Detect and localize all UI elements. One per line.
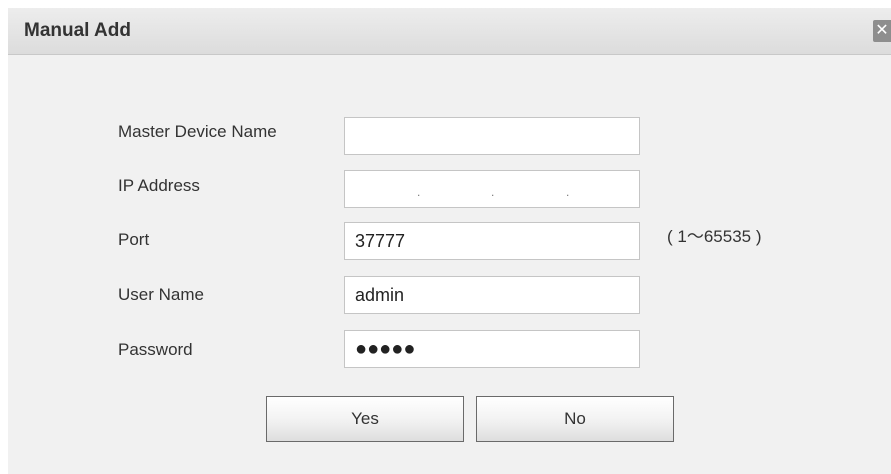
password-mask: ●●●●● (355, 338, 416, 360)
yes-button[interactable]: Yes (266, 396, 464, 442)
master-device-name-label: Master Device Name (118, 122, 277, 141)
port-input[interactable] (344, 222, 640, 260)
ip-address-label: IP Address (118, 176, 200, 195)
ip-separator-2: . (491, 185, 495, 199)
user-name-label: User Name (118, 285, 204, 304)
no-button[interactable]: No (476, 396, 674, 442)
password-label: Password (118, 340, 193, 359)
dialog-title: Manual Add (24, 20, 131, 41)
port-range-hint: ( 1～65535 ) (667, 227, 762, 246)
port-label: Port (118, 230, 150, 249)
manual-add-dialog: Manual Add ✕ Master Device Name IP Addre… (8, 8, 891, 474)
ip-separator-3: . (566, 185, 570, 199)
user-name-input[interactable] (344, 276, 640, 314)
ip-separator-1: . (417, 185, 421, 199)
dialog-title-bar: Manual Add ✕ (8, 8, 891, 55)
password-input[interactable]: ●●●●● (344, 330, 640, 368)
close-icon: ✕ (875, 22, 889, 39)
master-device-name-input[interactable] (344, 117, 640, 155)
close-button[interactable]: ✕ (873, 20, 891, 42)
ip-address-input[interactable]: . . . (344, 170, 640, 208)
